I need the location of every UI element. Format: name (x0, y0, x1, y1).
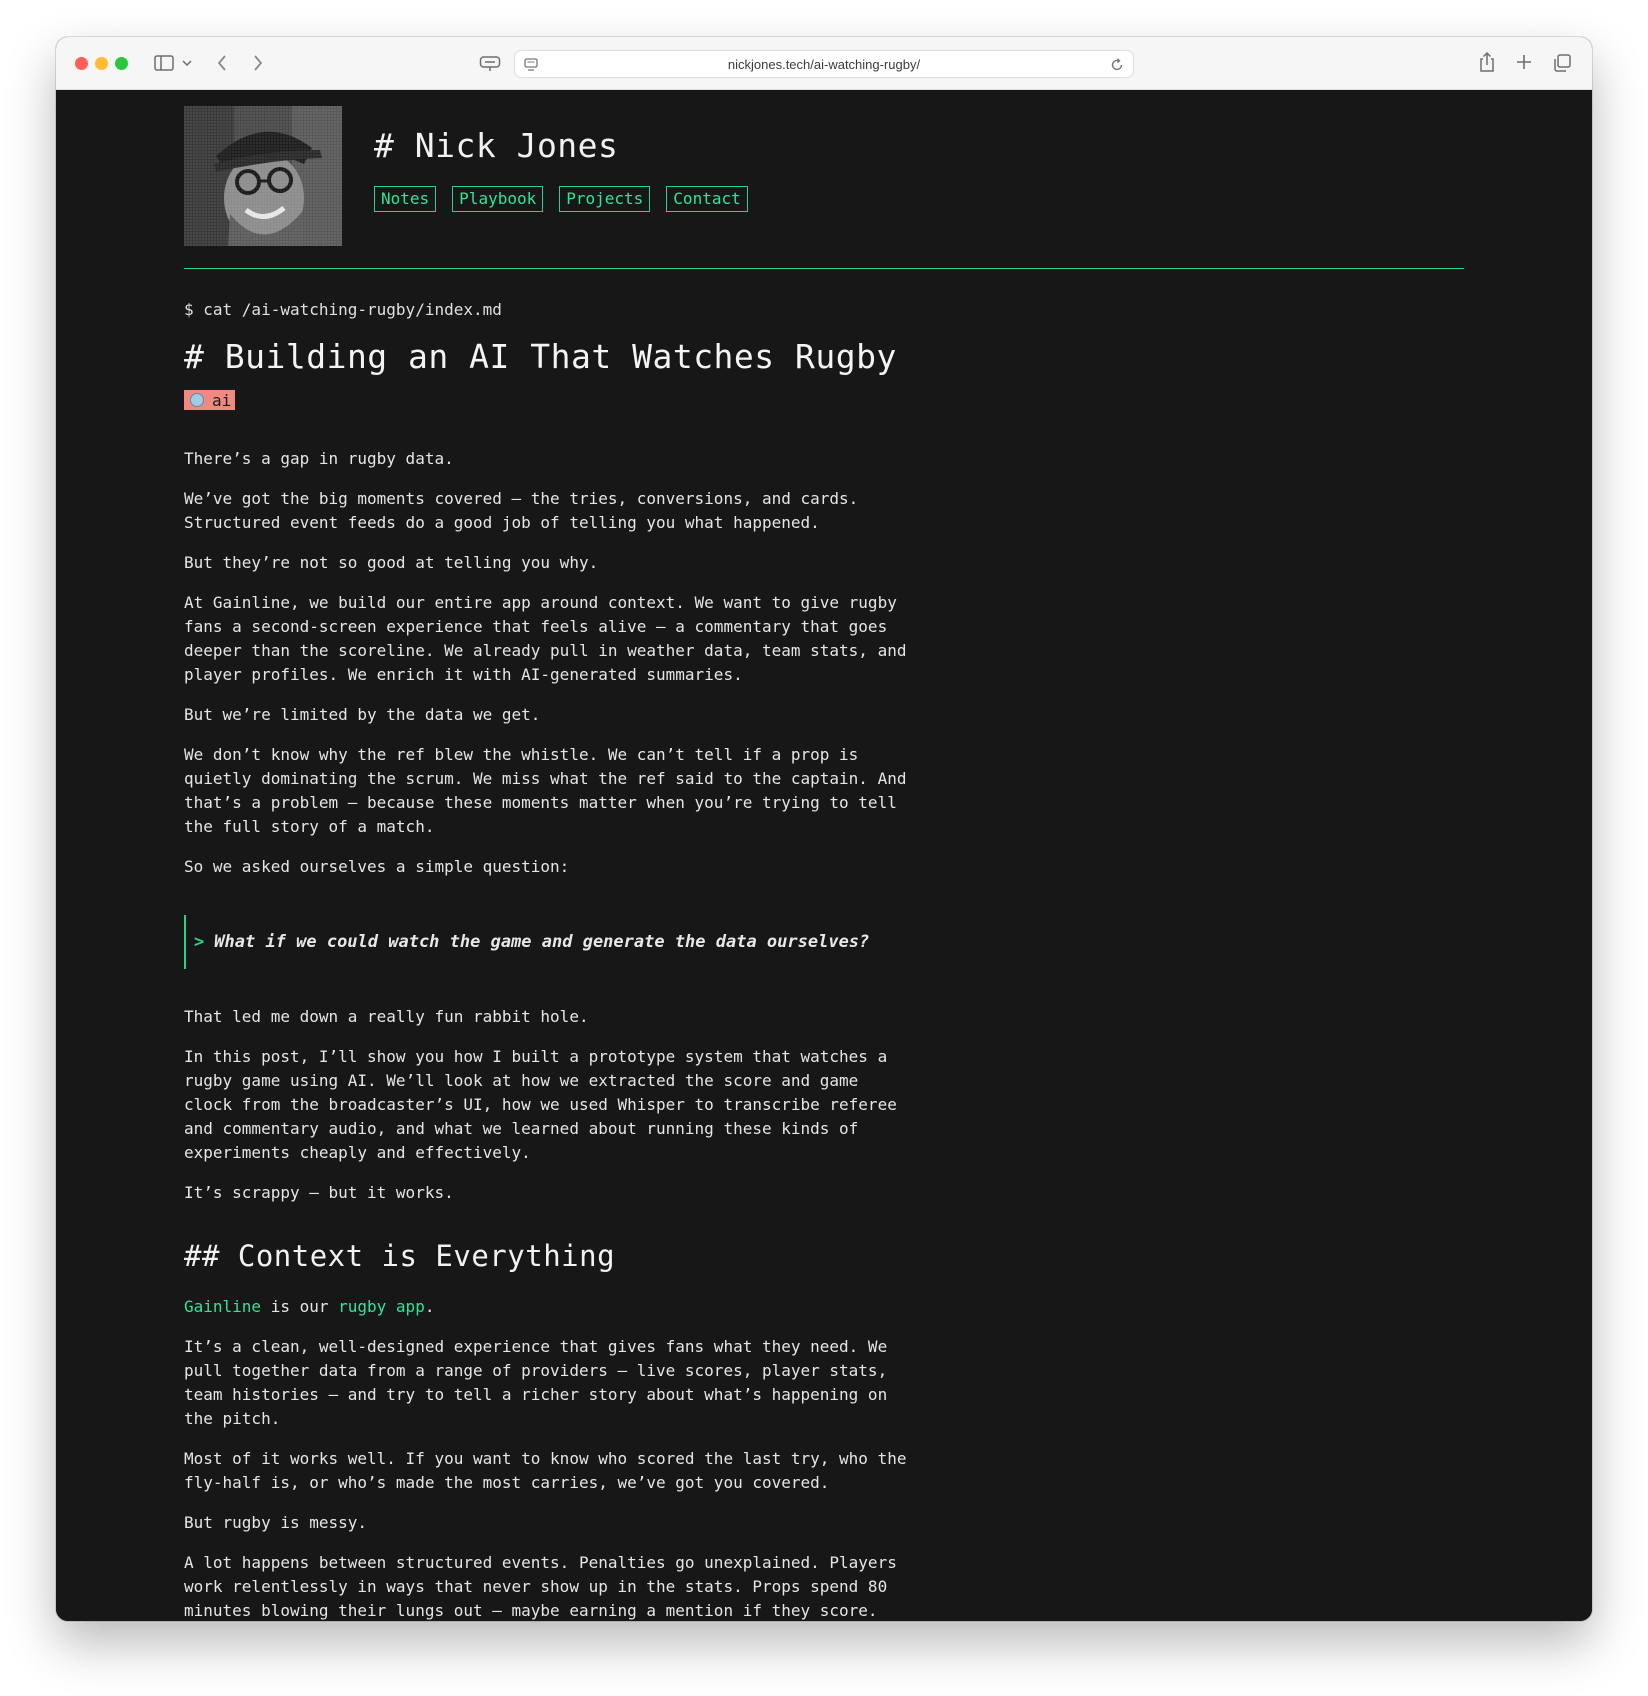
back-icon[interactable] (216, 54, 228, 72)
article-title: # Building an AI That Watches Rugby (184, 337, 897, 376)
zoom-window-button[interactable] (115, 57, 128, 70)
new-tab-icon[interactable] (1516, 54, 1532, 70)
tab-overview-icon[interactable] (1552, 53, 1572, 73)
browser-window: nickjones.tech/ai-watching-rugby/ # Nick… (56, 37, 1592, 1621)
paragraph: We’ve got the big moments covered — the … (184, 489, 859, 532)
article-body: There’s a gap in rugby data. We’ve got t… (184, 447, 944, 1621)
web-page: # Nick Jones Notes Playbook Projects Con… (56, 90, 1592, 1621)
paragraph: That led me down a really fun rabbit hol… (184, 1007, 589, 1026)
paragraph: But rugby is messy. (184, 1513, 368, 1532)
paragraph: Gainline is our rugby app. (184, 1295, 944, 1319)
paragraph: A lot happens between structured events.… (184, 1553, 897, 1620)
paragraph: So we asked ourselves a simple question: (184, 857, 570, 876)
paragraph: But we’re limited by the data we get. (184, 705, 541, 724)
tag-label: ai (212, 390, 232, 410)
avatar (184, 106, 342, 246)
paragraph: We don’t know why the ref blew the whist… (184, 745, 907, 836)
section-heading: ## Context is Everything (184, 1239, 616, 1273)
article: $ cat /ai-watching-rugby/index.md # Buil… (184, 300, 944, 1621)
chevron-down-icon[interactable] (182, 59, 192, 67)
page-content: # Nick Jones Notes Playbook Projects Con… (184, 90, 1464, 1620)
header-divider (184, 268, 1464, 269)
browser-toolbar: nickjones.tech/ai-watching-rugby/ (56, 37, 1592, 90)
nav-playbook-link[interactable]: Playbook (452, 186, 544, 212)
paragraph: At Gainline, we build our entire app aro… (184, 593, 907, 684)
inline-text: is our (261, 1297, 339, 1316)
main-nav: Notes Playbook Projects Contact (374, 186, 748, 212)
site-title[interactable]: # Nick Jones (374, 126, 618, 165)
url-text: nickjones.tech/ai-watching-rugby/ (727, 57, 921, 72)
rugby-app-link[interactable]: rugby app (338, 1297, 425, 1316)
share-icon[interactable] (1478, 51, 1496, 73)
tag-badge[interactable]: ai (184, 390, 236, 410)
gainline-link[interactable]: Gainline (184, 1297, 261, 1316)
minimize-window-button[interactable] (95, 57, 108, 70)
paragraph: But they’re not so good at telling you w… (184, 553, 599, 572)
quote-text: What if we could watch the game and gene… (214, 932, 870, 952)
blockquote: > What if we could watch the game and gen… (184, 915, 944, 969)
path-command: $ cat /ai-watching-rugby/index.md (184, 300, 502, 319)
paragraph: There’s a gap in rugby data. (184, 449, 454, 468)
paragraph: Most of it works well. If you want to kn… (184, 1449, 907, 1492)
sidebar-icon[interactable] (154, 55, 174, 71)
site-header: # Nick Jones Notes Playbook Projects Con… (184, 90, 1464, 270)
close-window-button[interactable] (75, 57, 88, 70)
nav-projects-link[interactable]: Projects (559, 186, 651, 212)
reload-icon[interactable] (1110, 58, 1124, 72)
quote-marker: > (194, 932, 205, 952)
robot-icon (190, 393, 204, 407)
translate-icon[interactable] (479, 55, 501, 73)
paragraph: It’s a clean, well-designed experience t… (184, 1337, 888, 1428)
nav-notes-link[interactable]: Notes (374, 186, 437, 212)
forward-icon[interactable] (252, 54, 264, 72)
inline-text: . (424, 1297, 435, 1316)
paragraph: In this post, I’ll show you how I built … (184, 1047, 897, 1162)
address-bar[interactable]: nickjones.tech/ai-watching-rugby/ (514, 50, 1134, 78)
paragraph: It’s scrappy — but it works. (184, 1183, 454, 1202)
nav-contact-link[interactable]: Contact (666, 186, 748, 212)
